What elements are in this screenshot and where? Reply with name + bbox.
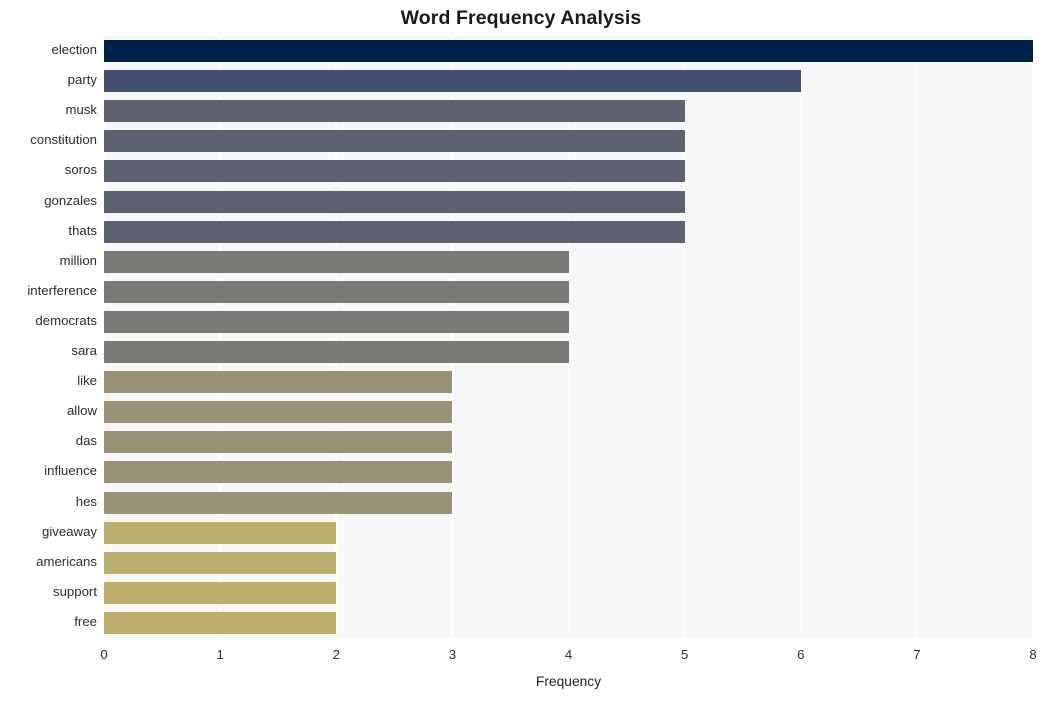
bar-row [104,70,1033,93]
bar-democrats [104,310,569,333]
x-tick-label-1: 1 [216,647,224,662]
bar-constitution [104,130,685,153]
bar-thats [104,220,685,243]
y-tick-label-constitution: constitution [30,132,97,148]
bar-row [104,250,1033,273]
y-tick-label-democrats: democrats [35,312,97,328]
y-tick-label-interference: interference [27,282,97,298]
bar-americans [104,551,337,574]
bar-row [104,100,1033,123]
gridline [567,36,570,638]
bar-interference [104,280,569,303]
page-title: Word Frequency Analysis [400,7,642,29]
y-tick-label-allow: allow [66,403,97,419]
chart-figure: Word Frequency Analysis election party mus… [0,0,1042,701]
y-tick-label-gonzales: gonzales [44,192,97,208]
y-tick-label-giveaway: giveaway [42,523,97,539]
gridline [799,36,802,638]
gridline [104,36,105,638]
bar-row [104,130,1033,153]
bar-row [104,341,1033,364]
bar-row [104,521,1033,544]
y-tick-label-free: free [74,613,97,629]
bar-like [104,371,453,394]
bar-row [104,431,1033,454]
y-tick-label-thats: thats [68,222,97,238]
bar-election [104,40,1033,63]
bar-soros [104,160,685,183]
bar-row [104,310,1033,333]
bar-row [104,190,1033,213]
bar-million [104,250,569,273]
x-tick-label-2: 2 [332,647,340,662]
bar-row [104,371,1033,394]
bar-row [104,611,1033,634]
bar-hes [104,491,453,514]
bar-row [104,581,1033,604]
y-tick-label-musk: musk [65,102,97,118]
x-tick-label-4: 4 [564,647,573,662]
bar-row [104,160,1033,183]
bar-giveaway [104,521,337,544]
bar-gonzales [104,190,685,213]
bar-allow [104,401,453,424]
y-tick-label-soros: soros [64,162,97,178]
y-tick-label-influence: influence [44,463,97,479]
bar-row [104,491,1033,514]
bar-row [104,280,1033,303]
y-tick-label-support: support [53,583,97,599]
y-tick-label-million: million [59,252,97,268]
bar-row [104,220,1033,243]
x-tick-label-5: 5 [680,647,689,662]
y-tick-label-das: das [75,433,97,449]
y-tick-label-election: election [51,42,97,58]
bar-row [104,40,1033,63]
gridline [219,36,221,638]
bar-party [104,70,801,93]
x-tick-label-3: 3 [448,647,457,662]
y-tick-label-sara: sara [71,343,97,359]
y-tick-label-like: like [77,373,97,389]
x-tick-label-7: 7 [913,647,921,662]
bar-support [104,581,337,604]
bar-row [104,461,1033,484]
x-tick-label-6: 6 [797,647,805,662]
bar-free [104,611,337,634]
gridline [916,36,918,638]
y-tick-label-party: party [67,72,97,88]
bar-musk [104,100,685,123]
y-tick-label-americans: americans [36,553,97,569]
bar-influence [104,461,453,484]
gridline [1032,36,1033,638]
plot-area [104,36,1033,638]
x-tick-label-0: 0 [100,647,108,662]
gridline [683,36,686,638]
gridline [335,36,338,638]
x-axis-label: Frequency [535,674,602,689]
y-tick-label-hes: hes [75,493,97,509]
x-tick-label-8: 8 [1029,647,1037,662]
bar-sara [104,341,569,364]
gridline [451,36,454,638]
bar-row [104,401,1033,424]
bar-das [104,431,453,454]
bar-row [104,551,1033,574]
